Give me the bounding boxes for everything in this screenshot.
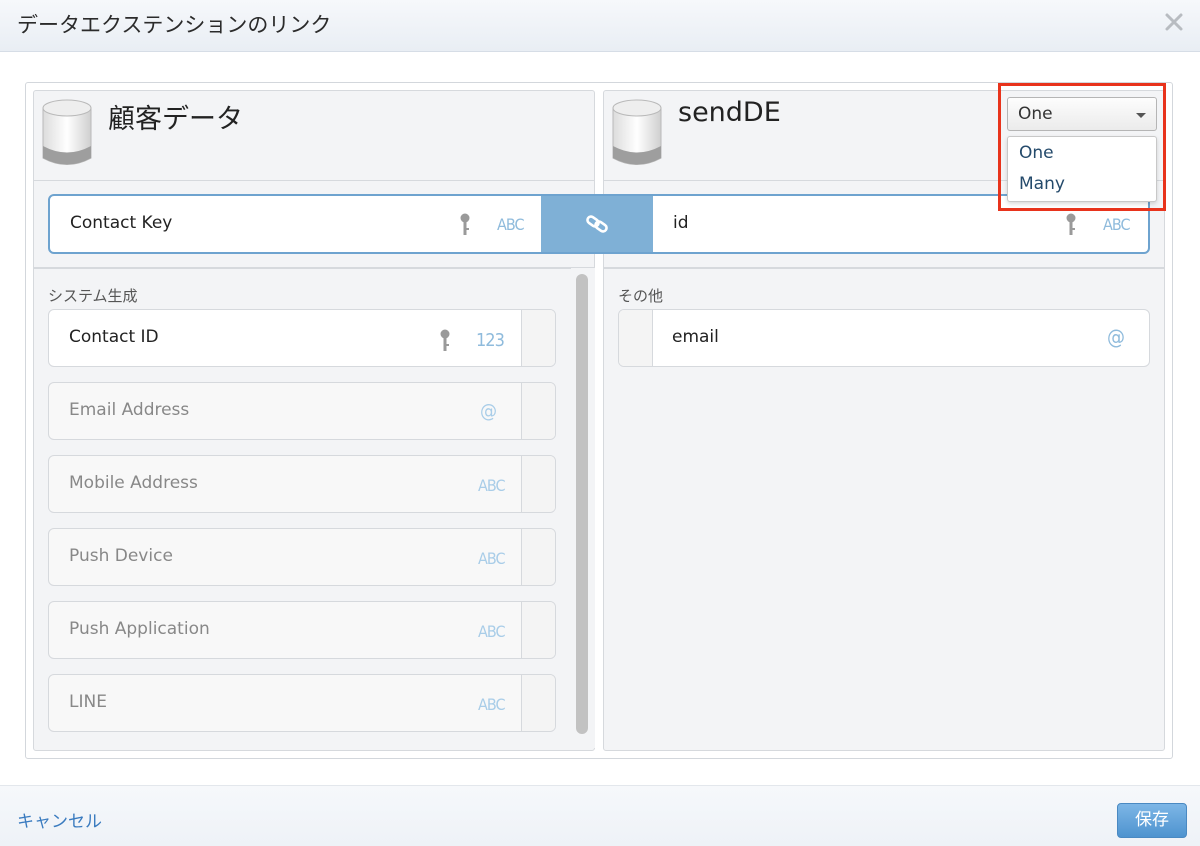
drag-handle <box>521 602 555 658</box>
drag-handle <box>521 529 555 585</box>
field-item[interactable]: Contact ID 123 <box>48 309 556 367</box>
text-type-icon: ABC <box>1103 215 1130 234</box>
dialog-title: データエクステンションのリンク <box>17 13 332 37</box>
drag-handle[interactable] <box>619 310 653 366</box>
email-type-icon: @ <box>1107 325 1125 349</box>
field-list-scrollbar[interactable] <box>571 268 595 748</box>
target-title: sendDE <box>678 97 781 128</box>
field-item[interactable]: email @ <box>618 309 1150 367</box>
divider <box>604 268 1164 269</box>
database-icon <box>42 99 92 165</box>
field-name: Email Address <box>69 400 190 420</box>
save-button[interactable]: 保存 <box>1117 803 1187 838</box>
linked-fields-row[interactable]: Contact Key ABC id ABC <box>48 194 1150 254</box>
highlight-annotation <box>998 83 1166 211</box>
text-type-icon: ABC <box>478 695 505 714</box>
cancel-button[interactable]: キャンセル <box>17 807 102 832</box>
field-name: Push Device <box>69 546 173 566</box>
number-type-icon: 123 <box>476 330 505 351</box>
scrollbar-thumb[interactable] <box>576 274 588 734</box>
dialog-footer: キャンセル 保存 <box>0 785 1200 846</box>
key-icon <box>440 329 450 351</box>
field-item: Email Address @ <box>48 382 556 440</box>
drag-handle[interactable] <box>521 310 555 366</box>
source-linked-field-name: Contact Key <box>70 213 173 233</box>
drag-handle <box>521 456 555 512</box>
close-icon[interactable] <box>1162 10 1186 34</box>
database-icon <box>612 99 662 165</box>
dialog-header: データエクステンションのリンク <box>0 0 1200 52</box>
email-type-icon: @ <box>480 400 497 422</box>
field-name: LINE <box>69 692 107 712</box>
field-item: LINE ABC <box>48 674 556 732</box>
source-title: 顧客データ <box>108 104 243 135</box>
link-connector <box>541 196 653 252</box>
source-panel-header: 顧客データ <box>34 91 594 181</box>
text-type-icon: ABC <box>478 549 505 568</box>
text-type-icon: ABC <box>497 215 524 234</box>
drag-handle <box>521 675 555 731</box>
field-name: email <box>672 327 719 347</box>
section-label-other: その他 <box>618 287 664 305</box>
link-icon <box>586 215 608 233</box>
field-name: Mobile Address <box>69 473 198 493</box>
text-type-icon: ABC <box>478 476 505 495</box>
field-name: Push Application <box>69 619 210 639</box>
field-item: Push Application ABC <box>48 601 556 659</box>
drag-handle <box>521 383 555 439</box>
divider <box>34 268 594 269</box>
field-name: Contact ID <box>69 327 159 347</box>
field-item: Mobile Address ABC <box>48 455 556 513</box>
text-type-icon: ABC <box>478 622 505 641</box>
key-icon <box>1066 213 1076 235</box>
key-icon <box>460 213 470 235</box>
target-linked-field-name: id <box>673 213 689 233</box>
section-label-system: システム生成 <box>48 287 138 305</box>
field-item: Push Device ABC <box>48 528 556 586</box>
